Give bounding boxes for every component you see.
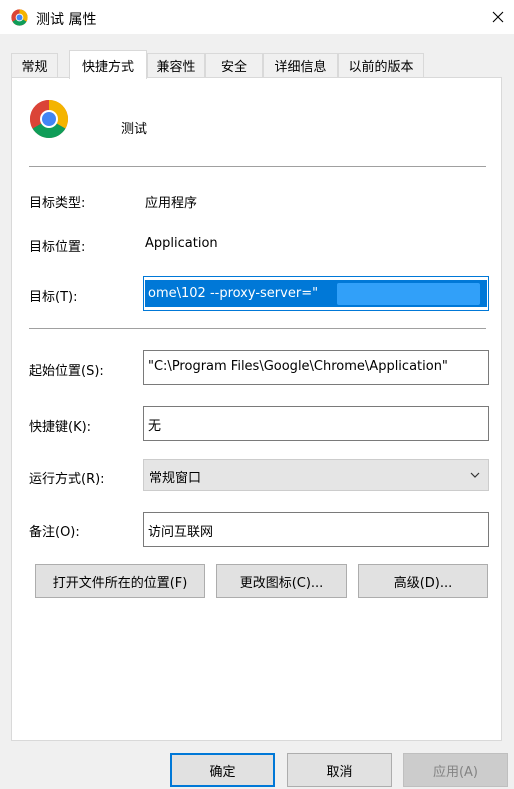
target-field[interactable]: ome\102 --proxy-server=" — [143, 276, 489, 311]
target-location-label: 目标位置: — [29, 240, 86, 255]
tab-previous-versions[interactable]: 以前的版本 — [338, 53, 424, 77]
chrome-icon — [30, 100, 68, 138]
open-file-location-button[interactable]: 打开文件所在的位置(F) — [35, 564, 205, 598]
close-icon — [492, 11, 504, 23]
target-selection: ome\102 --proxy-server=" — [145, 280, 487, 307]
hotkey-value: 无 — [148, 419, 162, 434]
separator — [29, 328, 486, 329]
chrome-icon — [11, 9, 28, 26]
hotkey-field[interactable]: 无 — [143, 406, 489, 441]
run-label: 运行方式(R): — [29, 472, 105, 487]
run-value: 常规窗口 — [149, 471, 202, 486]
close-button[interactable] — [486, 5, 510, 29]
separator — [29, 166, 486, 167]
change-icon-button[interactable]: 更改图标(C)... — [216, 564, 347, 598]
tab-general[interactable]: 常规 — [11, 53, 58, 77]
start-in-field[interactable]: "C:\Program Files\Google\Chrome\Applicat… — [143, 350, 489, 385]
start-in-value: "C:\Program Files\Google\Chrome\Applicat… — [148, 359, 448, 374]
comment-label: 备注(O): — [29, 525, 80, 540]
window-title: 测试 属性 — [36, 12, 97, 28]
tab-shortcut[interactable]: 快捷方式 — [69, 50, 147, 79]
start-in-label: 起始位置(S): — [29, 364, 104, 379]
target-label: 目标(T): — [29, 290, 78, 305]
tab-security[interactable]: 安全 — [205, 53, 263, 77]
target-type-label: 目标类型: — [29, 196, 86, 211]
ok-button[interactable]: 确定 — [170, 753, 275, 787]
redacted-region — [337, 283, 480, 305]
cancel-button[interactable]: 取消 — [287, 753, 392, 787]
target-location-value: Application — [145, 236, 218, 251]
advanced-button[interactable]: 高级(D)... — [358, 564, 488, 598]
target-value: ome\102 --proxy-server=" — [148, 286, 319, 301]
run-select[interactable]: 常规窗口 — [143, 459, 489, 491]
tab-details[interactable]: 详细信息 — [263, 53, 338, 77]
hotkey-label: 快捷键(K): — [29, 420, 92, 435]
shortcut-name: 测试 — [121, 122, 148, 137]
comment-field[interactable]: 访问互联网 — [143, 512, 489, 547]
title-bar: 测试 属性 — [0, 0, 514, 34]
target-type-value: 应用程序 — [145, 196, 198, 211]
chevron-down-icon — [470, 472, 480, 478]
tab-compatibility[interactable]: 兼容性 — [147, 53, 205, 77]
comment-value: 访问互联网 — [148, 525, 214, 540]
apply-button[interactable]: 应用(A) — [403, 753, 508, 787]
